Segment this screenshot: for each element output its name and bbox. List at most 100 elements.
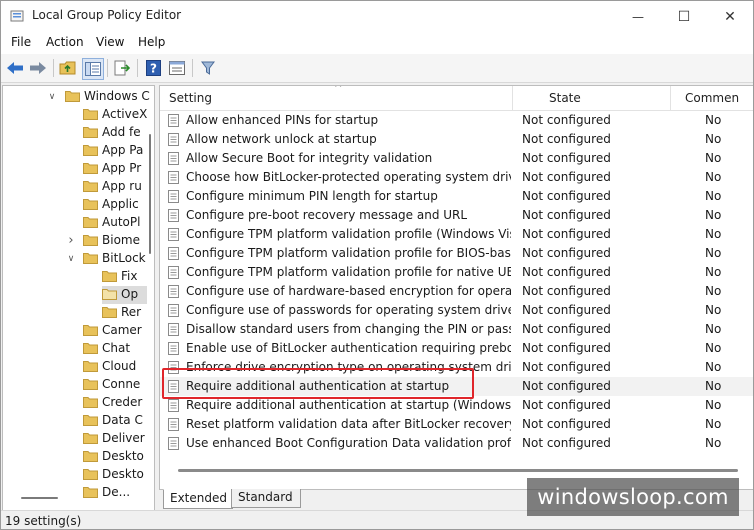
settings-row[interactable]: Configure minimum PIN length for startup… [160, 187, 753, 206]
settings-row[interactable]: Configure TPM platform validation profil… [160, 263, 753, 282]
help-icon[interactable]: ? [143, 58, 163, 78]
tree-horizontal-scroll-thumb[interactable] [21, 497, 58, 499]
column-divider[interactable] [670, 86, 671, 110]
setting-name: Disallow standard users from changing th… [186, 322, 511, 336]
settings-row[interactable]: Disallow standard users from changing th… [160, 320, 753, 339]
watermark: windowsloop.com [527, 478, 739, 516]
setting-state: Not configured [522, 417, 611, 431]
settings-row[interactable]: Allow enhanced PINs for startup Not confi… [160, 111, 753, 130]
settings-row[interactable]: Configure use of passwords for operating… [160, 301, 753, 320]
setting-state: Not configured [522, 132, 611, 146]
policy-setting-icon [168, 323, 179, 336]
policy-setting-icon [168, 114, 179, 127]
tree-node[interactable]: App Pr [83, 160, 147, 178]
setting-state: Not configured [522, 170, 611, 184]
settings-row[interactable]: Allow network unlock at startup Not confi… [160, 130, 753, 149]
menu-help[interactable]: Help [138, 35, 165, 49]
settings-row[interactable]: Configure pre-boot recovery message and … [160, 206, 753, 225]
setting-name: Configure minimum PIN length for startup [186, 189, 438, 203]
folder-icon [83, 109, 98, 120]
folder-open-icon [102, 289, 117, 300]
tree-node[interactable]: App Pa [83, 142, 147, 160]
tree-node[interactable]: Deskto [83, 466, 147, 484]
settings-row[interactable]: Require additional authentication at sta… [160, 396, 753, 415]
tree-node[interactable]: Chat [83, 340, 147, 358]
settings-row[interactable]: Configure use of hardware-based encrypti… [160, 282, 753, 301]
properties-icon[interactable] [167, 58, 187, 78]
settings-row[interactable]: Allow Secure Boot for integrity validati… [160, 149, 753, 168]
list-horizontal-scroll-thumb[interactable] [178, 469, 738, 472]
folder-icon [83, 343, 98, 354]
tree-node[interactable]: Add fe [83, 124, 147, 142]
tree-node[interactable]: Rer [102, 304, 147, 322]
folder-icon [83, 379, 98, 390]
tree-vertical-scrollbar[interactable] [147, 86, 153, 496]
tree-pane[interactable]: ∨ Windows C ActiveX Add fe App Pa App Pr App r… [2, 85, 155, 512]
toolbar-separator [192, 59, 193, 77]
show-hide-tree-icon[interactable] [82, 58, 104, 80]
export-list-icon[interactable] [112, 58, 132, 78]
tree-node[interactable]: AutoPl [83, 214, 147, 232]
filter-icon[interactable] [198, 58, 218, 78]
settings-row[interactable]: Enable use of BitLocker authentication r… [160, 339, 753, 358]
title-bar[interactable]: Local Group Policy Editor — ☐ ✕ [1, 1, 753, 32]
tree-node[interactable]: Conne [83, 376, 147, 394]
menu-view[interactable]: View [96, 35, 124, 49]
tree-node[interactable]: Creder [83, 394, 147, 412]
setting-name: Reset platform validation data after Bit… [186, 417, 511, 431]
tree-node[interactable]: ActiveX [83, 106, 147, 124]
settings-row[interactable]: Require additional authentication at sta… [160, 377, 753, 396]
back-arrow-icon[interactable] [5, 58, 25, 78]
tree-node[interactable]: Data C [83, 412, 147, 430]
up-folder-icon[interactable] [58, 58, 78, 78]
close-icon: ✕ [724, 8, 736, 25]
tree-vertical-scroll-thumb[interactable] [149, 134, 151, 254]
settings-row[interactable]: Configure TPM platform validation profil… [160, 244, 753, 263]
tree-node[interactable]: App ru [83, 178, 147, 196]
tree-node[interactable]: ∨ BitLock [68, 250, 147, 268]
tree-node[interactable]: Fix [102, 268, 147, 286]
close-button[interactable]: ✕ [707, 1, 753, 32]
policy-setting-icon [168, 152, 179, 165]
policy-setting-icon [168, 285, 179, 298]
chevron-down-icon[interactable]: ∨ [66, 254, 76, 264]
settings-row[interactable]: Reset platform validation data after Bit… [160, 415, 753, 434]
settings-row[interactable]: Enforce drive encryption type on operati… [160, 358, 753, 377]
setting-state: Not configured [522, 189, 611, 203]
column-header-state[interactable]: State [549, 91, 581, 105]
tree-node[interactable]: Deskto [83, 448, 147, 466]
tab-extended[interactable]: Extended [163, 489, 233, 509]
settings-row[interactable]: Use enhanced Boot Configuration Data val… [160, 434, 753, 453]
setting-comment: No [705, 341, 722, 355]
settings-row[interactable]: Choose how BitLocker-protected operating… [160, 168, 753, 187]
tree-node[interactable]: De... [83, 484, 147, 502]
setting-name: Enable use of BitLocker authentication r… [186, 341, 511, 355]
chevron-right-icon[interactable]: › [66, 234, 76, 247]
setting-name: Allow Secure Boot for integrity validati… [186, 151, 433, 165]
policy-setting-icon [168, 399, 179, 412]
maximize-button[interactable]: ☐ [661, 1, 707, 32]
minimize-button[interactable]: — [615, 1, 661, 32]
folder-icon [83, 163, 98, 174]
toolbar: ? [1, 54, 753, 83]
tree-node[interactable]: Applic [83, 196, 147, 214]
forward-arrow-icon[interactable] [28, 58, 48, 78]
tree-node-label: BitLock [102, 251, 146, 265]
tree-node[interactable]: Deliver [83, 430, 147, 448]
column-header-setting[interactable]: Setting [169, 91, 212, 105]
column-divider[interactable] [512, 86, 513, 110]
tree-node[interactable]: Op [102, 286, 147, 304]
tree-node[interactable]: › Biome [68, 232, 147, 250]
tab-standard[interactable]: Standard [231, 489, 301, 508]
menu-action[interactable]: Action [46, 35, 84, 49]
menu-file[interactable]: File [11, 35, 31, 49]
tree-node[interactable]: Cloud [83, 358, 147, 376]
column-header-comment[interactable]: Commen [685, 91, 739, 105]
chevron-down-icon[interactable]: ∨ [47, 92, 57, 102]
tree-node-label: App ru [102, 179, 142, 193]
tree-node[interactable]: ∨ Windows C [49, 88, 150, 106]
tree-node[interactable]: Camer [83, 322, 147, 340]
settings-row[interactable]: Configure TPM platform validation profil… [160, 225, 753, 244]
settings-list-pane[interactable]: Setting ^ State Commen Allow enhanced PI… [159, 85, 753, 490]
menu-bar: File Action View Help [1, 32, 753, 54]
